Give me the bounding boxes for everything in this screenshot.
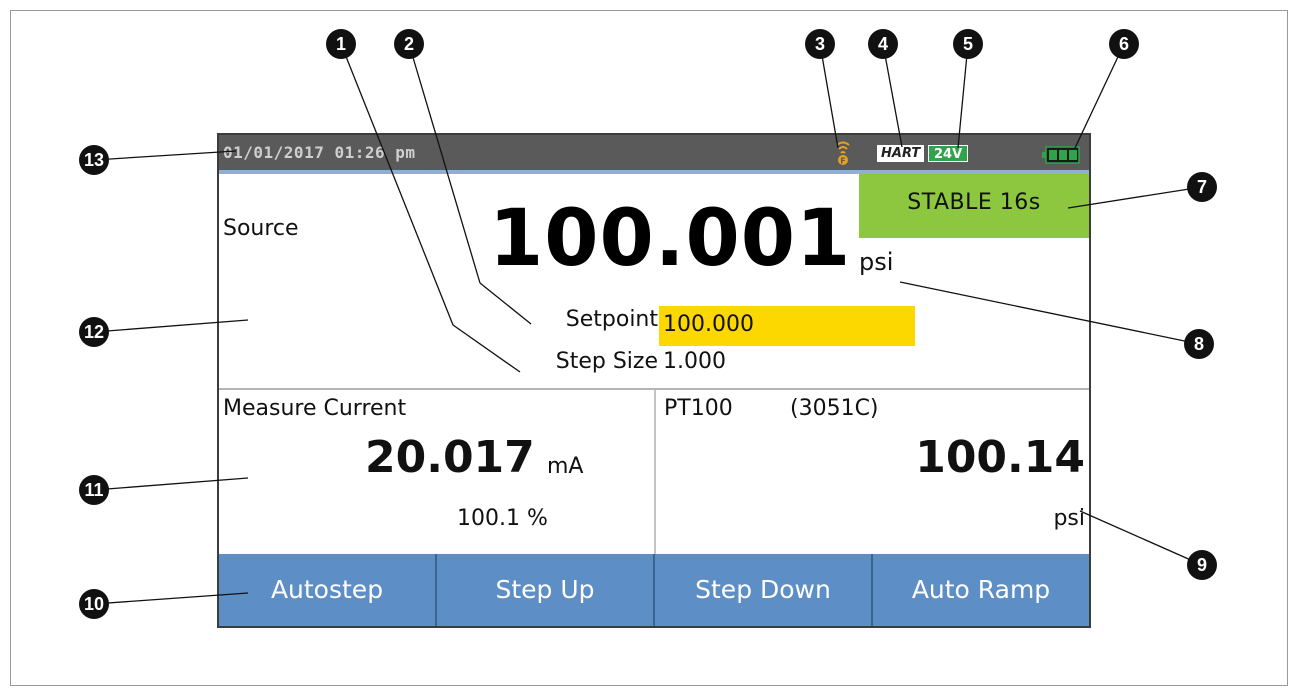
callout-11: 11 [79, 475, 109, 505]
leader-line-1b [452, 324, 521, 373]
leader-line-9 [1079, 510, 1203, 566]
callout-layer: 1 2 3 4 5 6 7 8 9 10 11 12 13 [79, 29, 1217, 619]
callout-6-label: 6 [1119, 34, 1129, 54]
callout-7: 7 [1187, 172, 1217, 202]
callout-9-label: 9 [1197, 555, 1207, 575]
leader-line-2 [408, 43, 481, 284]
leader-line-8 [899, 281, 1200, 345]
leader-line-7 [1067, 186, 1203, 209]
leader-line-13 [93, 150, 237, 161]
callout-1-label: 1 [336, 34, 346, 54]
callout-10-label: 10 [84, 594, 104, 614]
callout-12: 12 [79, 317, 109, 347]
callout-4: 4 [868, 29, 898, 59]
callout-12-label: 12 [84, 322, 104, 342]
callout-10: 10 [79, 589, 109, 619]
callout-1: 1 [326, 29, 356, 59]
callout-13-label: 13 [84, 150, 104, 170]
callout-8: 8 [1184, 329, 1214, 359]
callout-5-label: 5 [963, 34, 973, 54]
callout-7-label: 7 [1197, 177, 1207, 197]
callout-13: 13 [79, 145, 109, 175]
callout-5: 5 [953, 29, 983, 59]
callout-8-label: 8 [1194, 334, 1204, 354]
leader-line-6 [1074, 43, 1125, 149]
leader-line-1 [340, 43, 454, 326]
leader-line-4 [882, 43, 903, 148]
leader-line-2b [479, 282, 532, 325]
callout-9: 9 [1187, 550, 1217, 580]
callout-2: 2 [394, 29, 424, 59]
callout-3: 3 [805, 29, 835, 59]
leader-line-11 [93, 477, 249, 491]
leader-line-10 [93, 592, 249, 605]
callout-6: 6 [1109, 29, 1139, 59]
leader-line-12 [93, 319, 249, 333]
leader-line-3 [819, 43, 839, 149]
callout-11-label: 11 [84, 480, 103, 500]
callout-3-label: 3 [815, 34, 825, 54]
leader-line-5 [957, 43, 969, 149]
callout-2-label: 2 [404, 34, 414, 54]
callout-4-label: 4 [878, 34, 888, 54]
